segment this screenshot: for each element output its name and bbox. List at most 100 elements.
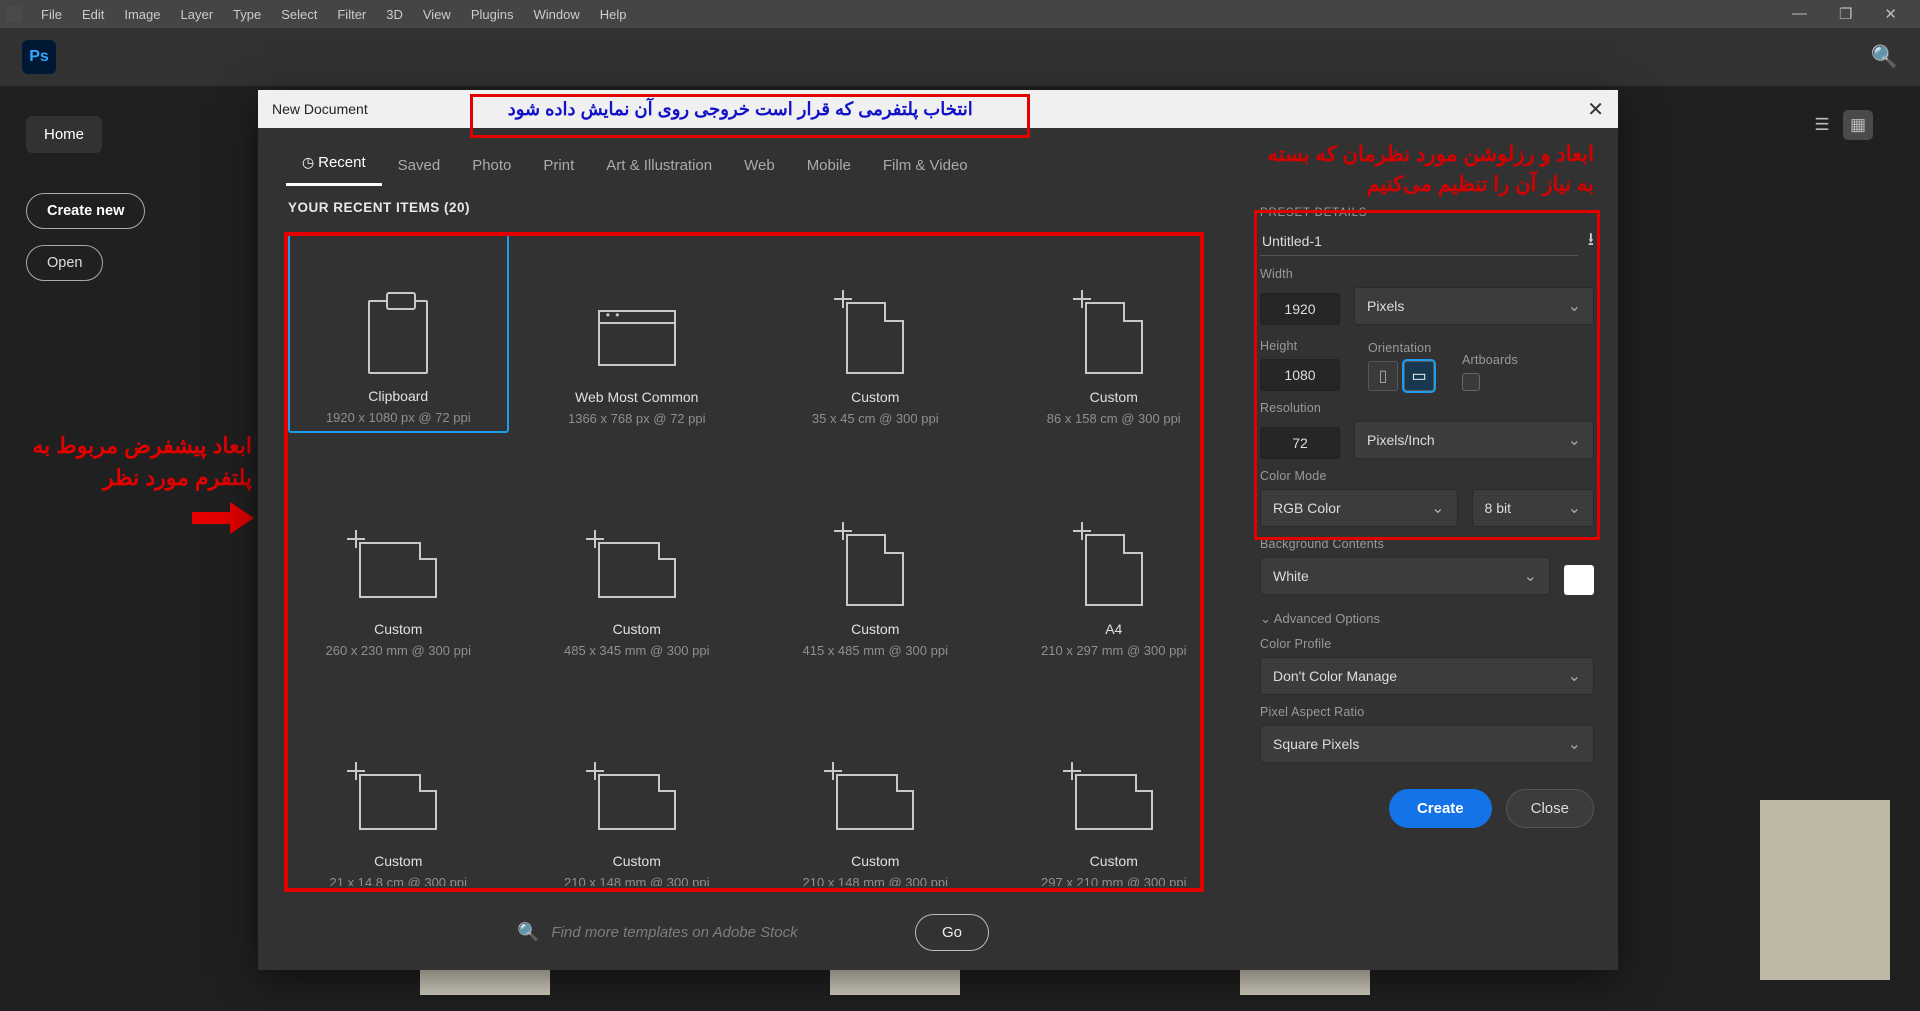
window-maximize-icon[interactable]: ❐ bbox=[1830, 1, 1861, 27]
portrait-icon bbox=[836, 525, 914, 615]
preset-name: Custom bbox=[851, 389, 899, 405]
recent-file-thumb[interactable] bbox=[1760, 800, 1890, 980]
recent-presets-area: YOUR RECENT ITEMS (20) Clipboard1920 x 1… bbox=[258, 186, 1248, 886]
tab-web[interactable]: Web bbox=[728, 147, 791, 186]
clipboard-icon bbox=[359, 292, 437, 382]
menu-layer[interactable]: Layer bbox=[172, 3, 223, 26]
bg-thumbs bbox=[420, 970, 1620, 1000]
menu-help[interactable]: Help bbox=[591, 3, 636, 26]
bitdepth-select[interactable]: 8 bit bbox=[1472, 489, 1594, 527]
portrait-icon bbox=[1075, 293, 1153, 383]
menu-file[interactable]: File bbox=[32, 3, 71, 26]
preset-name: A4 bbox=[1105, 621, 1122, 637]
width-unit-select[interactable]: Pixels bbox=[1354, 287, 1594, 325]
tab-photo[interactable]: Photo bbox=[456, 147, 527, 186]
stock-search-input[interactable]: 🔍 Find more templates on Adobe Stock bbox=[517, 912, 897, 952]
tab-mobile[interactable]: Mobile bbox=[791, 147, 867, 186]
portrait-icon bbox=[1075, 525, 1153, 615]
home-tab[interactable]: Home bbox=[26, 116, 102, 153]
list-view-icon[interactable]: ☰ bbox=[1807, 110, 1837, 140]
tab-print[interactable]: Print bbox=[527, 147, 590, 186]
bg-swatch[interactable] bbox=[1564, 565, 1594, 595]
preset-dims: 485 x 345 mm @ 300 ppi bbox=[564, 643, 709, 658]
save-preset-icon[interactable]: ⭳ bbox=[1588, 227, 1594, 257]
colormode-select[interactable]: RGB Color bbox=[1260, 489, 1458, 527]
window-close-icon[interactable]: ✕ bbox=[1875, 1, 1906, 27]
menu-select[interactable]: Select bbox=[272, 3, 326, 26]
go-button[interactable]: Go bbox=[915, 914, 989, 951]
pixel-aspect-select[interactable]: Square Pixels bbox=[1260, 725, 1594, 763]
dialog-close-icon[interactable]: ✕ bbox=[1587, 97, 1604, 122]
color-profile-select[interactable]: Don't Color Manage bbox=[1260, 657, 1594, 695]
preset-item[interactable]: Custom35 x 45 cm @ 300 ppi bbox=[765, 233, 986, 433]
preset-item[interactable]: Custom210 x 148 mm @ 300 ppi bbox=[527, 697, 748, 886]
resolution-unit-select[interactable]: Pixels/Inch bbox=[1354, 421, 1594, 459]
preset-dims: 210 x 148 mm @ 300 ppi bbox=[564, 875, 709, 886]
photoshop-logo-icon: Ps bbox=[22, 40, 56, 74]
preset-item[interactable]: Custom485 x 345 mm @ 300 ppi bbox=[527, 465, 748, 665]
preset-item[interactable]: Custom 86 x 158 cm @ 300 ppi bbox=[1004, 233, 1225, 433]
preset-item[interactable]: Clipboard1920 x 1080 px @ 72 ppi bbox=[288, 233, 509, 433]
menu-edit[interactable]: Edit bbox=[73, 3, 113, 26]
advanced-toggle[interactable]: Advanced Options bbox=[1260, 611, 1594, 627]
preset-dims: 297 x 210 mm @ 300 ppi bbox=[1041, 875, 1186, 886]
document-name-input[interactable] bbox=[1260, 227, 1578, 256]
menu-image[interactable]: Image bbox=[115, 3, 169, 26]
create-button[interactable]: Create bbox=[1389, 789, 1492, 828]
bg-select[interactable]: White bbox=[1260, 557, 1550, 595]
tab-saved[interactable]: Saved bbox=[382, 147, 457, 186]
grid-view-icon[interactable]: ▦ bbox=[1843, 110, 1873, 140]
par-label: Pixel Aspect Ratio bbox=[1260, 705, 1594, 719]
tab-art[interactable]: Art & Illustration bbox=[590, 147, 728, 186]
colormode-label: Color Mode bbox=[1260, 469, 1594, 483]
recent-header: YOUR RECENT ITEMS (20) bbox=[288, 200, 1224, 215]
preset-name: Custom bbox=[374, 853, 422, 869]
width-input[interactable] bbox=[1260, 293, 1340, 325]
preset-details-pane: ابعاد و رزلوشن مورد نظرمان که بسته به نی… bbox=[1248, 128, 1618, 970]
preset-dims: 260 x 230 mm @ 300 ppi bbox=[326, 643, 471, 658]
menu-window[interactable]: Window bbox=[524, 3, 588, 26]
preset-grid: Clipboard1920 x 1080 px @ 72 ppiWeb Most… bbox=[288, 233, 1224, 886]
menu-plugins[interactable]: Plugins bbox=[462, 3, 523, 26]
preset-dims: 86 x 158 cm @ 300 ppi bbox=[1047, 411, 1181, 426]
preset-item[interactable]: A4210 x 297 mm @ 300 ppi bbox=[1004, 465, 1225, 665]
preset-name: Custom bbox=[1090, 389, 1138, 405]
open-button[interactable]: Open bbox=[26, 245, 103, 281]
artboards-label: Artboards bbox=[1462, 353, 1518, 367]
resolution-label: Resolution bbox=[1260, 401, 1594, 415]
menubar: File Edit Image Layer Type Select Filter… bbox=[0, 0, 1920, 28]
height-input[interactable] bbox=[1260, 359, 1340, 391]
landscape-icon bbox=[598, 525, 676, 615]
preset-item[interactable]: Custom 21 x 14.8 cm @ 300 ppi bbox=[288, 697, 509, 886]
resolution-input[interactable] bbox=[1260, 427, 1340, 459]
preset-item[interactable]: Custom210 x 148 mm @ 300 ppi bbox=[765, 697, 986, 886]
orientation-toggle: ▯ ▭ bbox=[1368, 361, 1434, 391]
menu-3d[interactable]: 3D bbox=[377, 3, 412, 26]
preset-dims: 21 x 14.8 cm @ 300 ppi bbox=[330, 875, 468, 886]
orientation-portrait-icon[interactable]: ▯ bbox=[1368, 361, 1398, 391]
search-icon[interactable]: 🔍 bbox=[1871, 44, 1898, 70]
landscape-icon bbox=[1075, 757, 1153, 847]
landscape-icon bbox=[359, 757, 437, 847]
create-new-button[interactable]: Create new bbox=[26, 193, 145, 229]
preset-item[interactable]: Custom 260 x 230 mm @ 300 ppi bbox=[288, 465, 509, 665]
preset-item[interactable]: Custom297 x 210 mm @ 300 ppi bbox=[1004, 697, 1225, 886]
menu-type[interactable]: Type bbox=[224, 3, 270, 26]
menu-filter[interactable]: Filter bbox=[328, 3, 375, 26]
preset-dims: 1366 x 768 px @ 72 ppi bbox=[568, 411, 706, 426]
preset-dims: 1920 x 1080 px @ 72 ppi bbox=[326, 410, 471, 425]
preset-name: Web Most Common bbox=[575, 389, 698, 405]
preset-item[interactable]: Web Most Common 1366 x 768 px @ 72 ppi bbox=[527, 233, 748, 433]
artboards-checkbox[interactable] bbox=[1462, 373, 1480, 391]
preset-item[interactable]: Custom415 x 485 mm @ 300 ppi bbox=[765, 465, 986, 665]
stock-search-placeholder: Find more templates on Adobe Stock bbox=[551, 924, 797, 941]
orientation-label: Orientation bbox=[1368, 341, 1434, 355]
preset-dims: 415 x 485 mm @ 300 ppi bbox=[803, 643, 948, 658]
tab-film[interactable]: Film & Video bbox=[867, 147, 984, 186]
menu-view[interactable]: View bbox=[414, 3, 460, 26]
orientation-landscape-icon[interactable]: ▭ bbox=[1404, 361, 1434, 391]
preset-name: Custom bbox=[374, 621, 422, 637]
close-button[interactable]: Close bbox=[1506, 789, 1594, 828]
tab-recent[interactable]: Recent bbox=[286, 144, 382, 186]
window-minimize-icon[interactable]: — bbox=[1783, 1, 1816, 27]
